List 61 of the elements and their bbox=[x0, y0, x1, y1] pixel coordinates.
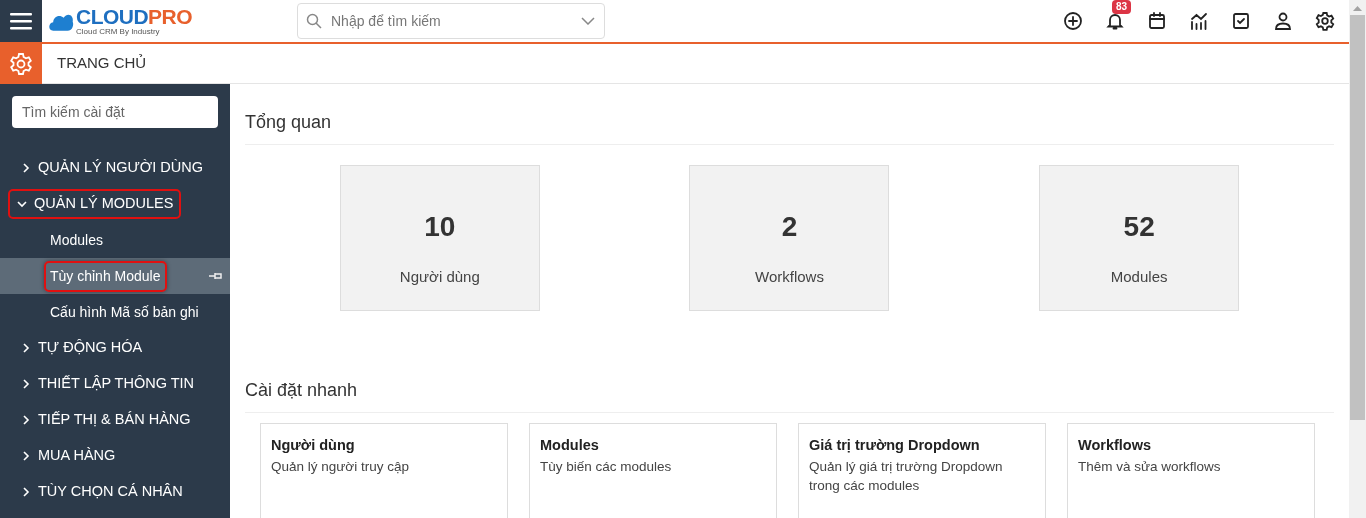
stat-label: Modules bbox=[1110, 267, 1168, 287]
add-button[interactable] bbox=[1062, 10, 1084, 32]
chevron-down-icon bbox=[16, 198, 28, 210]
settings-search-field[interactable]: Tìm kiếm cài đặt bbox=[12, 96, 218, 128]
card-title: Modules bbox=[540, 436, 599, 455]
chevron-right-icon bbox=[20, 450, 32, 462]
sidebar-item[interactable]: MUA HÀNG bbox=[0, 438, 230, 474]
chevron-right-icon bbox=[20, 414, 32, 426]
sidebar-item[interactable]: TIẾP THỊ & BÁN HÀNG bbox=[0, 402, 230, 438]
checkbox-button[interactable] bbox=[1230, 10, 1252, 32]
sidebar-subitem[interactable]: Tùy chỉnh Module bbox=[0, 258, 230, 294]
logo: CLOUDPRO Cloud CRM By Industry bbox=[48, 1, 192, 41]
sidebar-subitem[interactable]: Cấu hình Mã số bản ghi bbox=[0, 294, 230, 330]
chevron-right-icon bbox=[20, 342, 32, 354]
quick-setting-card[interactable]: Workflows Thêm và sửa workflows bbox=[1067, 423, 1315, 518]
scroll-up-icon bbox=[1353, 6, 1362, 11]
notification-badge: 83 bbox=[1112, 0, 1132, 14]
quick-setting-card[interactable]: Modules Tùy biến các modules bbox=[529, 423, 777, 518]
chevron-right-icon bbox=[20, 162, 32, 174]
user-button[interactable] bbox=[1272, 10, 1294, 32]
stat-value: 52 bbox=[1123, 210, 1155, 244]
card-title: Workflows bbox=[1078, 436, 1152, 455]
card-description: Tùy biến các modules bbox=[540, 457, 672, 476]
calendar-button[interactable] bbox=[1146, 10, 1168, 32]
sidebar-item[interactable]: THIẾT LẬP THÔNG TIN bbox=[0, 366, 230, 402]
settings-button[interactable] bbox=[1314, 10, 1336, 32]
stat-label: Workflows bbox=[755, 267, 824, 287]
card-description: Thêm và sửa workflows bbox=[1078, 457, 1221, 476]
add-icon bbox=[1063, 11, 1083, 31]
sidebar-item[interactable]: QUẢN LÝ NGƯỜI DÙNG bbox=[0, 150, 230, 186]
quick-setting-card[interactable]: Người dùng Quản lý người truy cập bbox=[260, 423, 508, 518]
user-icon bbox=[1273, 11, 1293, 31]
search-icon bbox=[306, 13, 322, 29]
menu-button[interactable] bbox=[0, 0, 42, 42]
sidebar-item[interactable]: TỰ ĐỘNG HÓA bbox=[0, 330, 230, 366]
card-title: Người dùng bbox=[271, 436, 355, 455]
chart-button[interactable] bbox=[1188, 10, 1210, 32]
card-title: Giá trị trường Dropdown bbox=[809, 436, 980, 455]
stat-value: 10 bbox=[424, 210, 456, 244]
menu-icon bbox=[10, 12, 32, 30]
notification-icon bbox=[1105, 11, 1125, 31]
section-title: Tổng quan bbox=[245, 109, 1334, 145]
chart-icon bbox=[1189, 11, 1209, 31]
search-field[interactable]: Nhập để tìm kiếm bbox=[297, 3, 605, 39]
card-description: Quản lý giá trị trường Dropdown trong các modules bbox=[809, 457, 1004, 495]
caret-icon bbox=[581, 17, 595, 25]
card-description: Quản lý người truy cập bbox=[271, 457, 409, 476]
chevron-right-icon bbox=[20, 378, 32, 390]
sidebar-subitem[interactable]: Modules bbox=[0, 222, 230, 258]
sidebar-item[interactable]: TÙY CHỌN CÁ NHÂN bbox=[0, 474, 230, 510]
checkbox-icon bbox=[1231, 11, 1251, 31]
calendar-icon bbox=[1147, 11, 1167, 31]
settings-icon bbox=[1315, 11, 1335, 31]
section-title: Cài đặt nhanh bbox=[245, 377, 1334, 413]
pin-icon[interactable] bbox=[209, 272, 222, 280]
chevron-right-icon bbox=[20, 486, 32, 498]
page-title: TRANG CHỦ bbox=[57, 53, 147, 74]
quick-setting-card[interactable]: Giá trị trường Dropdown Quản lý giá trị trường Dropdown trong các modules bbox=[798, 423, 1046, 518]
stat-label: Người dùng bbox=[399, 267, 480, 287]
settings-icon bbox=[9, 51, 33, 76]
stat-value: 2 bbox=[781, 210, 798, 244]
